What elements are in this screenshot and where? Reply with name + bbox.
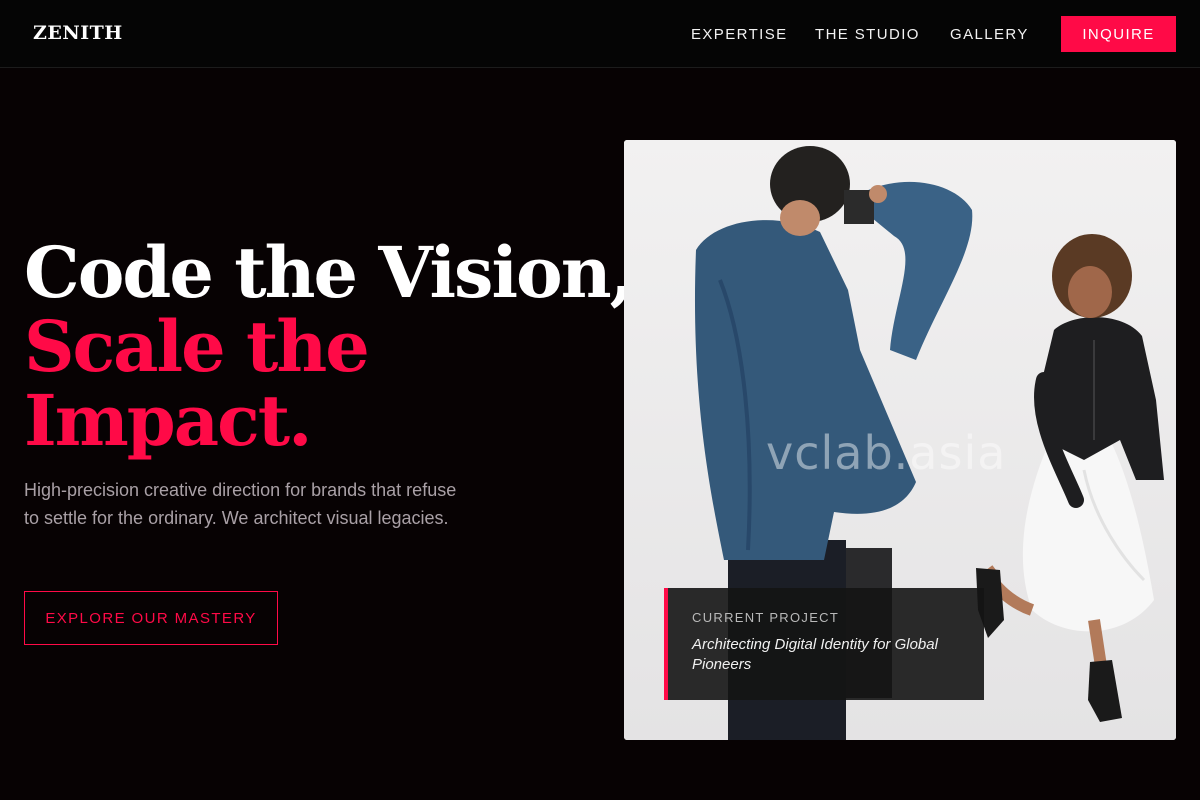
hero-headline: Code the Vision, Scale the Impact. (24, 231, 634, 462)
headline-line-1: Code the Vision, (24, 231, 634, 314)
nav-link-the-studio[interactable]: THE STUDIO (815, 26, 920, 43)
explore-mastery-button[interactable]: EXPLORE OUR MASTERY (24, 591, 278, 645)
inquire-button[interactable]: INQUIRE (1061, 16, 1176, 52)
headline-line-2: Scale the Impact. (24, 305, 370, 462)
site-header: ZENITH EXPERTISE THE STUDIO GALLERY INQU… (0, 0, 1200, 68)
hero-subtitle: High-precision creative direction for br… (24, 480, 457, 528)
current-project-card[interactable]: CURRENT PROJECT Architecting Digital Ide… (664, 588, 984, 700)
nav-link-gallery[interactable]: GALLERY (950, 26, 1029, 43)
logo[interactable]: ZENITH (33, 22, 123, 44)
watermark: vclab.asia (766, 426, 1007, 480)
project-label: CURRENT PROJECT (692, 610, 840, 625)
page: ZENITH EXPERTISE THE STUDIO GALLERY INQU… (0, 0, 1200, 800)
hero-photo: vclab.asia CURRENT PROJECT Architecting … (624, 140, 1176, 740)
project-title: Architecting Digital Identity for Global… (692, 636, 938, 673)
nav-link-expertise[interactable]: EXPERTISE (691, 26, 788, 43)
